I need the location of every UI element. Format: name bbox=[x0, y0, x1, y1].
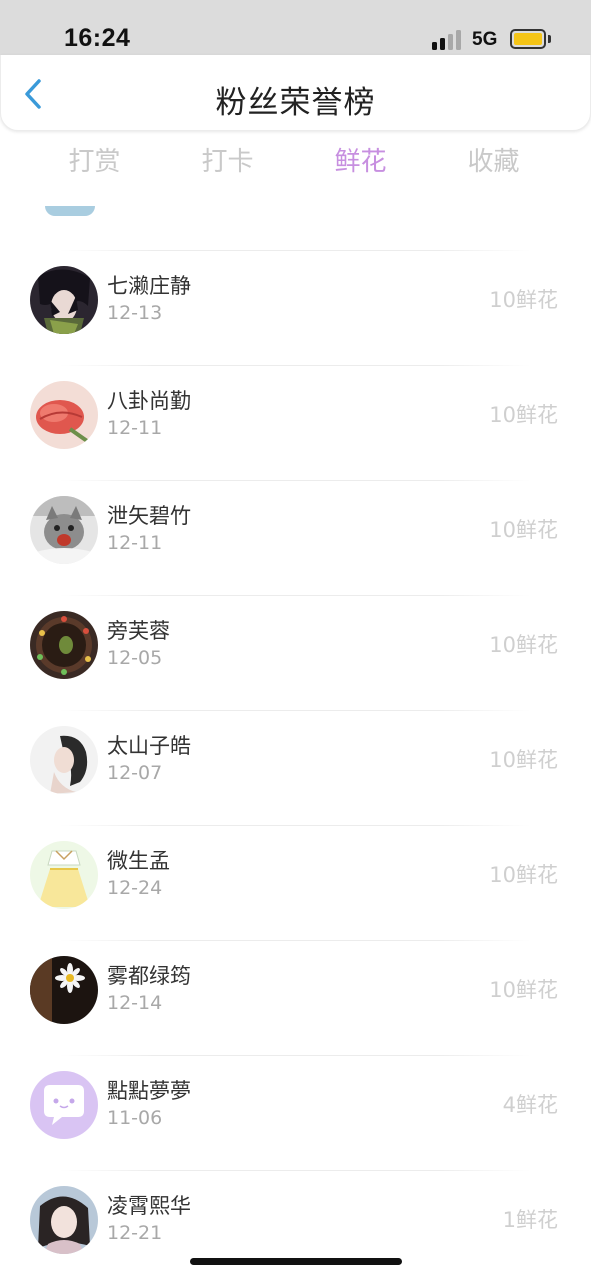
flower-count: 1鲜花 bbox=[502, 1208, 558, 1232]
fan-name: 微生孟 bbox=[107, 849, 170, 873]
fan-name: 泄矢碧竹 bbox=[107, 504, 191, 528]
fan-date: 12-13 bbox=[107, 302, 163, 324]
nav-header: 粉丝荣誉榜 bbox=[0, 55, 591, 131]
tab-favorites[interactable]: 收藏 bbox=[427, 140, 560, 188]
avatar[interactable] bbox=[30, 1186, 98, 1254]
fan-date: 12-07 bbox=[107, 762, 163, 784]
avatar[interactable] bbox=[30, 496, 98, 564]
fan-name: 雾都绿筠 bbox=[107, 964, 191, 988]
avatar bbox=[45, 206, 95, 216]
page-title: 粉丝荣誉榜 bbox=[215, 85, 376, 121]
network-label: 5G bbox=[472, 29, 498, 50]
avatar[interactable] bbox=[30, 726, 98, 794]
status-bar: 16:24 5G bbox=[0, 0, 591, 56]
list-item[interactable]: 微生孟 12-24 10鲜花 bbox=[0, 825, 591, 940]
list-item[interactable]: 雾都绿筠 12-14 10鲜花 bbox=[0, 940, 591, 1055]
list-item[interactable]: 八卦尚勤 12-11 10鲜花 bbox=[0, 365, 591, 480]
flower-count: 10鲜花 bbox=[489, 863, 558, 887]
avatar[interactable] bbox=[30, 381, 98, 449]
battery-icon bbox=[510, 29, 546, 49]
fan-name: 旁芙蓉 bbox=[107, 619, 170, 643]
battery-cap bbox=[548, 35, 551, 43]
fan-date: 11-06 bbox=[107, 1107, 163, 1129]
flower-count: 10鲜花 bbox=[489, 518, 558, 542]
list-item[interactable]: 旁芙蓉 12-05 10鲜花 bbox=[0, 595, 591, 710]
list-item[interactable]: 點點夢夢 11-06 4鲜花 bbox=[0, 1055, 591, 1170]
list-item[interactable]: 泄矢碧竹 12-11 10鲜花 bbox=[0, 480, 591, 595]
avatar[interactable] bbox=[30, 956, 98, 1024]
avatar[interactable] bbox=[30, 266, 98, 334]
flower-count: 10鲜花 bbox=[489, 403, 558, 427]
home-indicator[interactable] bbox=[190, 1258, 402, 1265]
fan-date: 12-11 bbox=[107, 532, 163, 554]
flower-count: 10鲜花 bbox=[489, 633, 558, 657]
list-item[interactable]: 太山子皓 12-07 10鲜花 bbox=[0, 710, 591, 825]
flower-count: 10鲜花 bbox=[489, 978, 558, 1002]
flower-count: 4鲜花 bbox=[502, 1093, 558, 1117]
fan-ranking-list[interactable]: 七濑庄静 12-13 10鲜花 八卦尚勤 12-11 10鲜花 泄矢碧竹 12-… bbox=[0, 150, 591, 1280]
fan-date: 12-05 bbox=[107, 647, 163, 669]
flower-count: 10鲜花 bbox=[489, 748, 558, 772]
tab-flowers[interactable]: 鲜花 bbox=[294, 140, 427, 188]
fan-date: 12-14 bbox=[107, 992, 163, 1014]
fan-name: 凌霄熙华 bbox=[107, 1194, 191, 1218]
tab-bar: 打赏 打卡 鲜花 收藏 bbox=[28, 140, 560, 188]
signal-icon bbox=[432, 30, 462, 50]
status-time: 16:24 bbox=[64, 24, 131, 52]
fan-name: 七濑庄静 bbox=[107, 274, 191, 298]
fan-name: 八卦尚勤 bbox=[107, 389, 191, 413]
fan-name: 太山子皓 bbox=[107, 734, 191, 758]
app-screen: 16:24 5G 七濑庄静 12-13 10鲜花 八卦尚勤 12-11 10鲜花… bbox=[0, 0, 591, 1280]
fan-date: 12-24 bbox=[107, 877, 163, 899]
list-item[interactable]: 七濑庄静 12-13 10鲜花 bbox=[0, 250, 591, 365]
flower-count: 10鲜花 bbox=[489, 288, 558, 312]
avatar[interactable] bbox=[30, 841, 98, 909]
tab-checkin[interactable]: 打卡 bbox=[161, 140, 294, 188]
avatar[interactable] bbox=[30, 611, 98, 679]
avatar[interactable] bbox=[30, 1071, 98, 1139]
fan-date: 12-21 bbox=[107, 1222, 163, 1244]
fan-name: 點點夢夢 bbox=[107, 1079, 191, 1103]
tab-reward[interactable]: 打赏 bbox=[28, 140, 161, 188]
fan-date: 12-11 bbox=[107, 417, 163, 439]
